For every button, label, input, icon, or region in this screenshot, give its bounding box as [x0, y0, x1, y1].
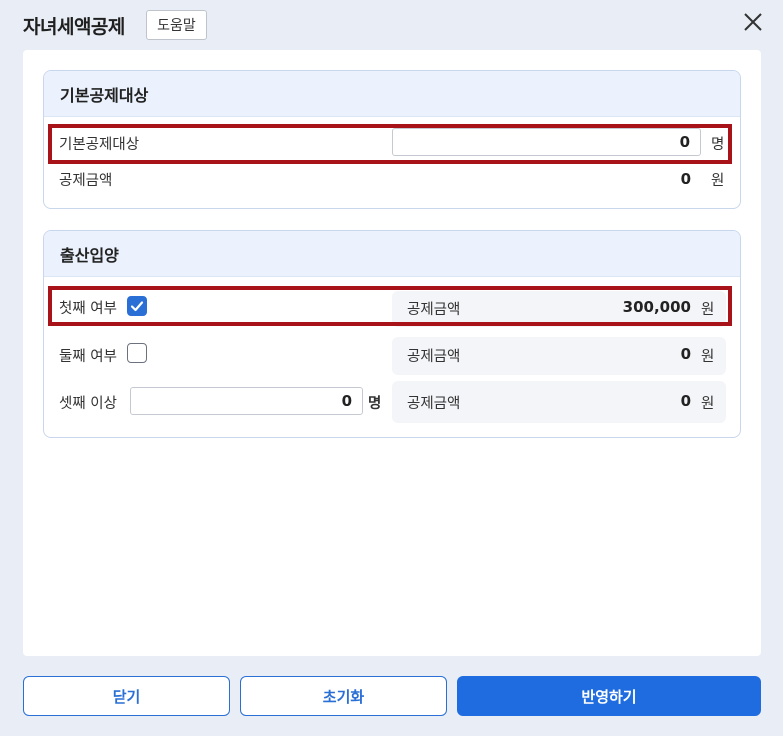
- apply-button[interactable]: 반영하기: [457, 676, 761, 716]
- second-child-deduction-unit: 원: [701, 349, 715, 365]
- deduction-value: 0: [680, 170, 691, 188]
- close-button[interactable]: 닫기: [23, 676, 230, 716]
- third-plus-input[interactable]: 0: [130, 387, 363, 415]
- help-button[interactable]: 도움말: [146, 10, 207, 40]
- third-plus-deduction-value: 0: [680, 392, 691, 410]
- reset-button[interactable]: 초기화: [240, 676, 447, 716]
- second-child-checkbox[interactable]: [127, 343, 147, 363]
- section-title: 기본공제대상: [44, 71, 740, 117]
- content-panel: 기본공제대상 출산입양 기본공제대상 0 명 공제금액 0 원 첫째 여부 공제…: [23, 50, 761, 656]
- second-child-deduction-value: 0: [680, 345, 691, 363]
- third-plus-label: 셋째 이상: [59, 396, 117, 412]
- deduction-unit: 원: [711, 173, 725, 189]
- close-icon[interactable]: [741, 10, 765, 34]
- third-plus-unit: 명: [368, 396, 382, 412]
- deduction-label: 공제금액: [59, 173, 113, 189]
- second-child-deduction-label: 공제금액: [407, 349, 461, 365]
- third-plus-deduction-unit: 원: [701, 396, 715, 412]
- section-title: 출산입양: [44, 231, 740, 277]
- third-plus-deduction-label: 공제금액: [407, 396, 461, 412]
- highlight-box: [48, 286, 732, 326]
- second-child-label: 둘째 여부: [59, 349, 117, 365]
- dialog-title: 자녀세액공제: [23, 16, 125, 38]
- dialog-header: 자녀세액공제 도움말: [0, 0, 783, 50]
- highlight-box: [48, 124, 732, 164]
